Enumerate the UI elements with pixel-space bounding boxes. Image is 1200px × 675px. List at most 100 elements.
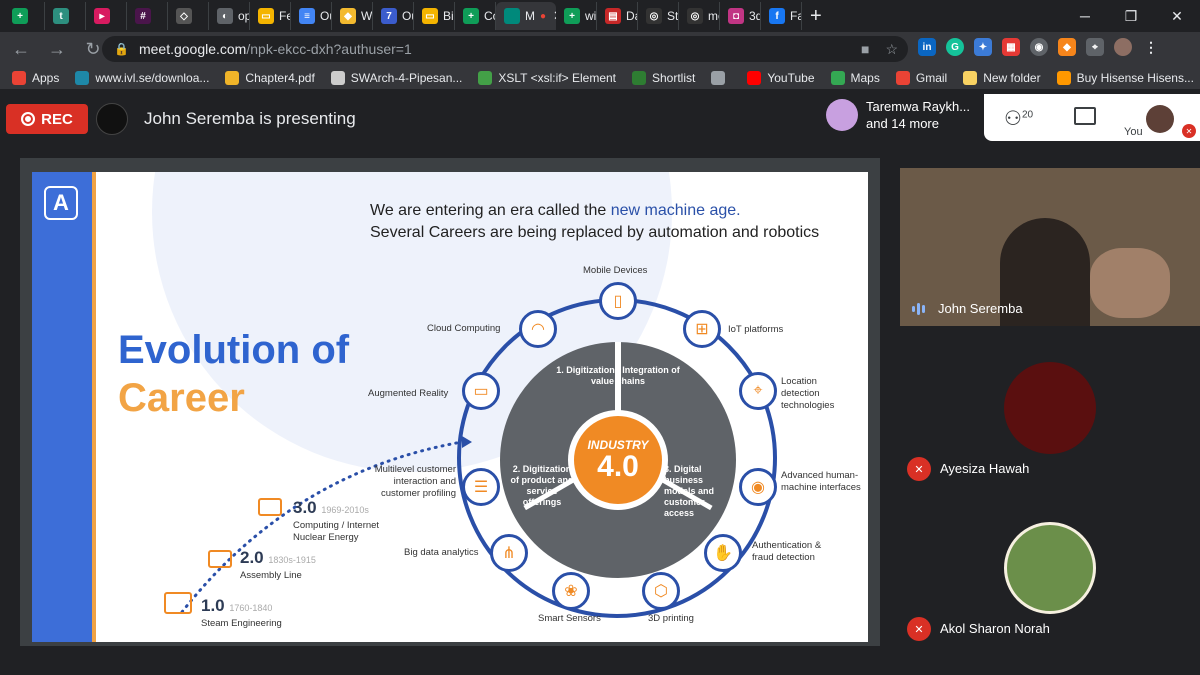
bookmark-label: Chapter4.pdf xyxy=(245,70,315,85)
bookmark-item[interactable]: Shortlist xyxy=(632,70,696,85)
node-label: Cloud Computing xyxy=(427,323,501,334)
minimize-icon[interactable]: ─ xyxy=(1062,0,1108,32)
address-bar[interactable]: 🔒 meet.google.com/npk-ekcc-dxh?authuser=… xyxy=(102,36,908,62)
location-ext-icon[interactable]: ⌖ xyxy=(1086,38,1104,56)
forward-icon[interactable]: → xyxy=(42,39,72,60)
browser-tab[interactable]: ◎ mor xyxy=(679,2,720,30)
bookmark-item[interactable]: SWArch-4-Pipesan... xyxy=(330,70,463,85)
tab-favicon-icon: ▭ xyxy=(258,8,274,24)
step-number: 2.0 xyxy=(240,548,264,567)
step-label: Computing / Internet Nuclear Energy xyxy=(293,520,380,543)
tab-label: ope xyxy=(238,9,249,23)
node-label: Augmented Reality xyxy=(368,388,449,399)
url-path: /npk-ekcc-dxh?authuser=1 xyxy=(246,41,412,57)
tab-label: Face xyxy=(790,9,801,23)
rec-label: REC xyxy=(41,110,73,128)
node-label: Location detection technologies xyxy=(781,376,835,411)
tab-favicon-icon: f xyxy=(769,8,785,24)
browser-tab[interactable]: ▭ Big xyxy=(414,2,455,30)
bookmark-item[interactable]: Apps xyxy=(12,70,60,85)
eye-icon: ◉ xyxy=(739,468,777,506)
browser-tab[interactable]: f Face xyxy=(761,2,802,30)
step-label: Assembly Line xyxy=(240,570,302,581)
bookmark-item[interactable]: Maps xyxy=(830,70,880,85)
browser-tab[interactable]: ◎ Stor xyxy=(638,2,679,30)
bookmark-label: Shortlist xyxy=(652,70,696,85)
participant-name: Akol Sharon Norah xyxy=(940,621,1050,636)
self-avatar[interactable] xyxy=(1146,105,1174,133)
mobile-devices-icon: ▯ xyxy=(599,282,637,320)
back-icon[interactable]: ← xyxy=(6,39,36,60)
browser-tab[interactable]: ◐ ope xyxy=(209,2,250,30)
video-hand xyxy=(1090,248,1170,318)
participants-chip[interactable]: Taremwa Raykh... and 14 more xyxy=(826,98,970,132)
location-icon: ⌖ xyxy=(739,372,777,410)
profile-avatar[interactable] xyxy=(1114,38,1132,56)
close-window-icon[interactable]: ✕ xyxy=(1154,0,1200,32)
bookmark-item[interactable]: Buy Hisense Hisens... xyxy=(1056,70,1194,85)
steam-engine-icon xyxy=(164,592,192,614)
bookmark-icon xyxy=(12,70,26,85)
menu-icon[interactable]: ⋮ xyxy=(1142,38,1160,56)
metamask-icon[interactable]: ◆ xyxy=(1058,38,1076,56)
browser-tab[interactable]: + wiki xyxy=(556,2,597,30)
browser-tab[interactable]: ▸ xyxy=(86,2,127,30)
bookmark-label: Maps xyxy=(850,70,880,85)
chat-icon[interactable] xyxy=(1074,107,1096,125)
tab-favicon-icon: ◆ xyxy=(340,8,356,24)
node-label: 3D printing xyxy=(648,613,694,624)
browser-tab[interactable]: t xyxy=(45,2,86,30)
star-icon[interactable]: ☆ xyxy=(885,41,898,58)
bookmark-item[interactable]: www.ivl.se/downloa... xyxy=(75,70,209,85)
bookmark-label: Apps xyxy=(32,70,60,85)
bookmark-icon xyxy=(632,70,646,85)
bookmark-item[interactable]: Gmail xyxy=(895,70,947,85)
bookmark-item[interactable]: New folder xyxy=(963,70,1041,85)
record-ext-icon[interactable]: ◉ xyxy=(1030,38,1048,56)
browser-tab[interactable]: ◆ With xyxy=(332,2,373,30)
fingerprint-icon: ✋ xyxy=(704,534,742,572)
linkedin-icon[interactable]: in xyxy=(918,38,936,56)
mic-off-icon: ✕ xyxy=(907,457,931,481)
extension-icon[interactable]: ✦ xyxy=(974,38,992,56)
browser-tab[interactable]: + Cop xyxy=(455,2,496,30)
browser-tab[interactable]: ◇ xyxy=(168,2,209,30)
bookmark-icon xyxy=(895,70,910,85)
grammarly-icon[interactable]: G xyxy=(946,38,964,56)
calendar-ext-icon[interactable]: ▦ xyxy=(1002,38,1020,56)
tab-favicon-icon: + xyxy=(564,8,580,24)
tab-favicon-icon: + xyxy=(463,8,479,24)
browser-tab[interactable]: ▭ Fem xyxy=(250,2,291,30)
tab-favicon-icon: 7 xyxy=(381,8,397,24)
computer-icon xyxy=(258,498,282,516)
participant-name: John Seremba xyxy=(938,301,1023,316)
tab-favicon-icon: ◎ xyxy=(687,8,703,24)
recording-indicator[interactable]: REC xyxy=(6,104,88,134)
bookmark-item[interactable]: XSLT <xsl:if> Element xyxy=(478,70,616,85)
bookmark-icon xyxy=(711,70,726,85)
tab-strip: + t ▸ # ◇ ◐ ope ▭ Fem ≡ Outl ◆ With 7 Out ▭ Big + Cop M ● ✕ + w… xyxy=(0,0,1200,32)
browser-tab[interactable]: M●✕ xyxy=(496,2,556,30)
browser-tab[interactable]: ≡ Outl xyxy=(291,2,332,30)
tab-favicon-icon: ▭ xyxy=(422,8,438,24)
tab-favicon-icon: ▸ xyxy=(94,8,110,24)
browser-tab[interactable]: ◘ 3dn xyxy=(720,2,761,30)
bookmark-icon xyxy=(1056,70,1071,85)
restore-icon[interactable]: ❐ xyxy=(1108,0,1154,32)
tab-label: Fem xyxy=(279,9,290,23)
camera-icon[interactable]: ■ xyxy=(861,41,869,58)
browser-tab[interactable]: + xyxy=(4,2,45,30)
bookmark-item[interactable] xyxy=(711,70,731,85)
browser-tab[interactable]: ▤ Dail xyxy=(597,2,638,30)
bookmark-item[interactable]: Chapter4.pdf xyxy=(225,70,315,85)
shared-slide: A Evolution of Career We are entering an… xyxy=(32,172,868,642)
bookmark-label: SWArch-4-Pipesan... xyxy=(350,70,463,85)
browser-tab[interactable]: # xyxy=(127,2,168,30)
segment-label-3: 3. Digital business models and customer … xyxy=(664,464,715,518)
browser-tab[interactable]: 7 Out xyxy=(373,2,414,30)
people-button[interactable]: ⚇20 xyxy=(1004,106,1033,131)
new-tab-icon[interactable]: + xyxy=(810,5,822,28)
speaking-indicator-icon xyxy=(912,302,930,316)
bookmark-item[interactable]: YouTube xyxy=(747,70,815,85)
tab-label: With xyxy=(361,9,373,23)
